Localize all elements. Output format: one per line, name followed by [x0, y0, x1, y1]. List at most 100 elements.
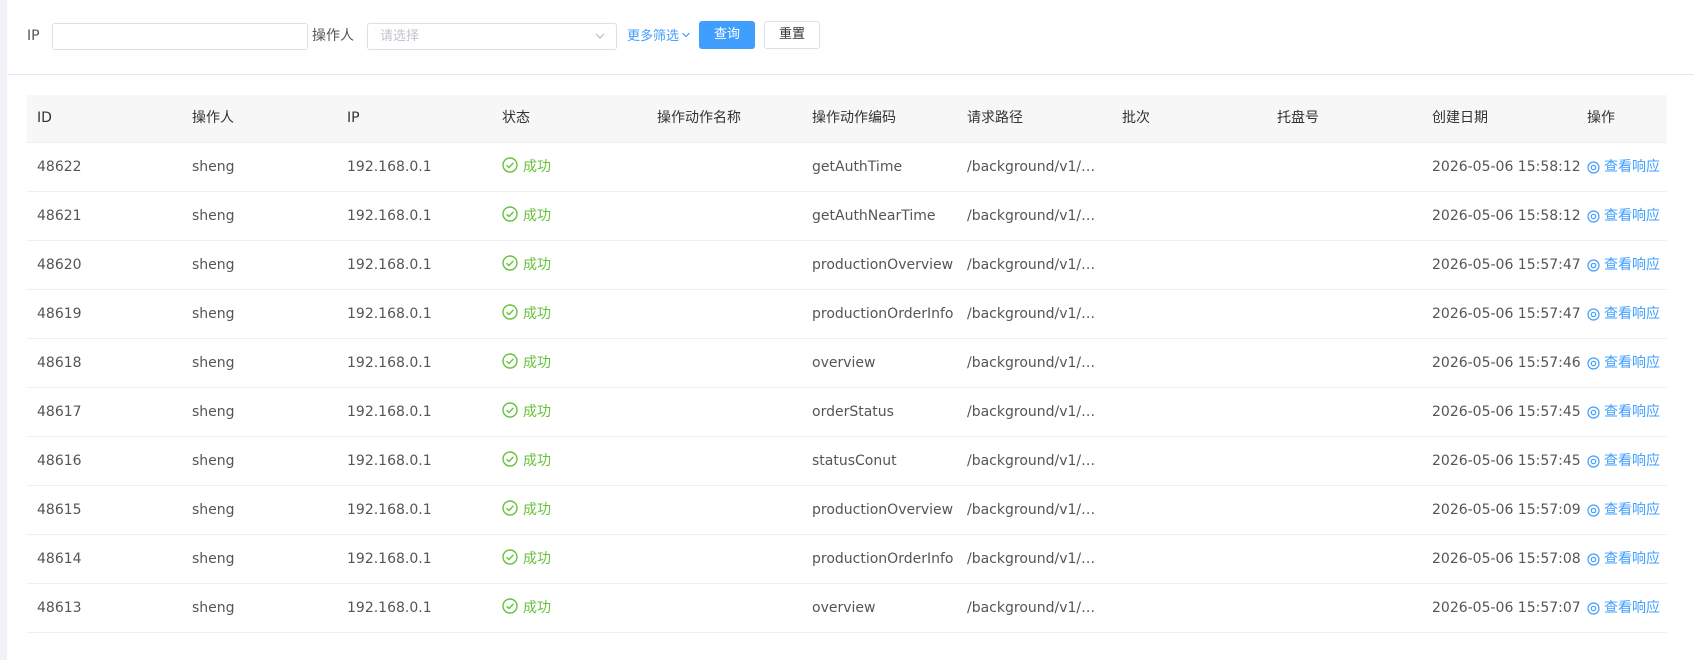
header-col-batch: 批次: [1122, 110, 1150, 126]
check-circle-icon: [502, 598, 518, 616]
cell-path: /background/v1/pr...: [967, 502, 1097, 518]
view-response-link[interactable]: 查看响应: [1587, 143, 1660, 191]
status-text: 成功: [523, 306, 551, 322]
view-response-label: 查看响应: [1604, 208, 1660, 224]
cell-status: 成功: [502, 388, 551, 436]
operator-select[interactable]: 请选择: [367, 23, 617, 50]
cell-id: 48621: [37, 208, 82, 224]
cell-status: 成功: [502, 241, 551, 289]
view-response-link[interactable]: 查看响应: [1587, 388, 1660, 436]
header-col-tray: 托盘号: [1277, 110, 1319, 126]
cell-created: 2026-05-06 15:57:07: [1432, 600, 1581, 616]
cell-ip: 192.168.0.1: [347, 404, 432, 420]
cell-ip: 192.168.0.1: [347, 502, 432, 518]
view-response-link[interactable]: 查看响应: [1587, 584, 1660, 632]
header-col-path: 请求路径: [967, 110, 1023, 126]
view-icon: [1587, 258, 1600, 272]
check-circle-icon: [502, 353, 518, 371]
cell-created: 2026-05-06 15:57:46: [1432, 355, 1581, 371]
view-response-label: 查看响应: [1604, 306, 1660, 322]
cell-id: 48618: [37, 355, 82, 371]
table-row: 48622 sheng 192.168.0.1 成功 getAuthTime/backg…: [27, 143, 1667, 192]
log-table: ID 操作人 IP 状态 操作动作名称 操作动作编码 请求路径 批次 托盘号 创建日期 操作 486…: [27, 95, 1667, 633]
view-response-link[interactable]: 查看响应: [1587, 192, 1660, 240]
header-col-created: 创建日期: [1432, 110, 1488, 126]
cell-status: 成功: [502, 290, 551, 338]
view-response-link[interactable]: 查看响应: [1587, 437, 1660, 485]
header-col-action-code: 操作动作编码: [812, 110, 896, 126]
cell-action-code: getAuthNearTime: [812, 208, 936, 224]
table-body: 48622 sheng 192.168.0.1 成功 getAuthTime/backg…: [27, 143, 1667, 633]
view-icon: [1587, 503, 1600, 517]
table-row: 48619 sheng 192.168.0.1 成功 productionOrderIn…: [27, 290, 1667, 339]
check-circle-icon: [502, 255, 518, 273]
view-response-link[interactable]: 查看响应: [1587, 535, 1660, 583]
cell-created: 2026-05-06 15:57:08: [1432, 551, 1581, 567]
view-icon: [1587, 160, 1600, 174]
status-text: 成功: [523, 502, 551, 518]
cell-ip: 192.168.0.1: [347, 208, 432, 224]
chevron-down-icon: [594, 30, 606, 46]
ip-input[interactable]: [52, 23, 308, 50]
cell-status: 成功: [502, 192, 551, 240]
cell-created: 2026-05-06 15:58:12: [1432, 159, 1581, 175]
cell-status: 成功: [502, 339, 551, 387]
cell-action-code: overview: [812, 355, 876, 371]
cell-path: /background/v1/au...: [967, 208, 1097, 224]
ip-label: IP: [27, 28, 40, 44]
cell-operator: sheng: [192, 551, 235, 567]
header-col-ip: IP: [347, 110, 360, 126]
cell-operator: sheng: [192, 355, 235, 371]
cell-operator: sheng: [192, 159, 235, 175]
cell-ip: 192.168.0.1: [347, 453, 432, 469]
header-col-id: ID: [37, 110, 52, 126]
cell-created: 2026-05-06 15:57:47: [1432, 257, 1581, 273]
cell-ip: 192.168.0.1: [347, 257, 432, 273]
table-row: 48613 sheng 192.168.0.1 成功 overview/backgrou…: [27, 584, 1667, 633]
cell-ip: 192.168.0.1: [347, 306, 432, 322]
view-response-label: 查看响应: [1604, 453, 1660, 469]
cell-id: 48619: [37, 306, 82, 322]
cell-path: /background/v1/pr...: [967, 551, 1097, 567]
view-icon: [1587, 356, 1600, 370]
cell-operator: sheng: [192, 453, 235, 469]
cell-operator: sheng: [192, 306, 235, 322]
view-response-link[interactable]: 查看响应: [1587, 290, 1660, 338]
table-row: 48614 sheng 192.168.0.1 成功 productionOrderIn…: [27, 535, 1667, 584]
cell-action-code: overview: [812, 600, 876, 616]
cell-created: 2026-05-06 15:58:12: [1432, 208, 1581, 224]
view-icon: [1587, 209, 1600, 223]
table-row: 48615 sheng 192.168.0.1 成功 productionOvervie…: [27, 486, 1667, 535]
cell-operator: sheng: [192, 600, 235, 616]
view-response-label: 查看响应: [1604, 404, 1660, 420]
view-response-link[interactable]: 查看响应: [1587, 486, 1660, 534]
view-response-link[interactable]: 查看响应: [1587, 241, 1660, 289]
query-button[interactable]: 查询: [699, 21, 755, 49]
view-response-label: 查看响应: [1604, 600, 1660, 616]
header-col-op: 操作: [1587, 110, 1615, 126]
more-filter-link[interactable]: 更多筛选: [627, 28, 691, 45]
cell-ip: 192.168.0.1: [347, 551, 432, 567]
header-col-action-name: 操作动作名称: [657, 110, 741, 126]
status-text: 成功: [523, 208, 551, 224]
status-text: 成功: [523, 551, 551, 567]
cell-created: 2026-05-06 15:57:09: [1432, 502, 1581, 518]
view-icon: [1587, 552, 1600, 566]
view-icon: [1587, 405, 1600, 419]
operator-label: 操作人: [312, 28, 354, 44]
cell-status: 成功: [502, 437, 551, 485]
cell-path: /background/v1/pr...: [967, 453, 1097, 469]
chevron-down-icon: [681, 28, 691, 45]
table-row: 48618 sheng 192.168.0.1 成功 overview/backgrou…: [27, 339, 1667, 388]
reset-button[interactable]: 重置: [764, 21, 820, 49]
check-circle-icon: [502, 157, 518, 175]
header-col-operator: 操作人: [192, 110, 234, 126]
cell-action-code: productionOverview: [812, 257, 954, 273]
cell-operator: sheng: [192, 208, 235, 224]
cell-id: 48615: [37, 502, 82, 518]
view-response-link[interactable]: 查看响应: [1587, 339, 1660, 387]
cell-status: 成功: [502, 584, 551, 632]
check-circle-icon: [502, 500, 518, 518]
operator-select-placeholder: 请选择: [380, 29, 420, 44]
view-response-label: 查看响应: [1604, 551, 1660, 567]
